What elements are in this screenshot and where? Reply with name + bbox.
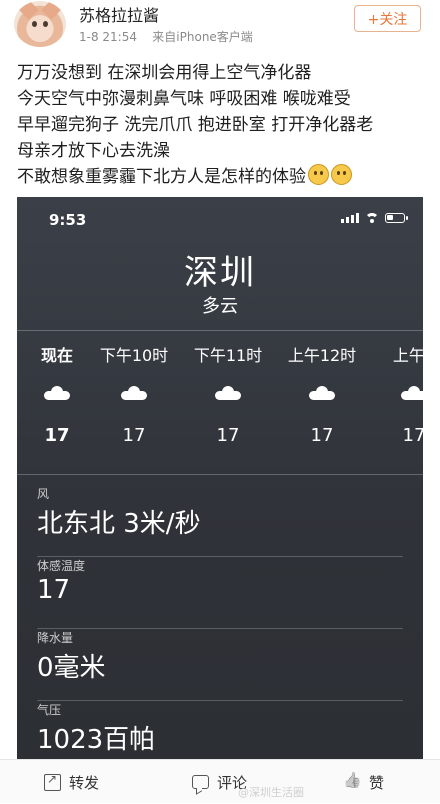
wifi-icon <box>365 213 379 223</box>
hour-temp: 17 <box>216 425 240 446</box>
post-line: 不敢想象重雾霾下北方人是怎样的体验 <box>17 167 306 187</box>
cloud-icon <box>215 386 241 400</box>
hour-item: 下午11时 17 <box>183 342 273 446</box>
sad-emoji-icon <box>308 164 329 185</box>
cloud-icon <box>401 386 423 400</box>
avatar[interactable] <box>14 1 66 47</box>
post-line: 万万没想到 在深圳会用得上空气净化器 <box>17 63 312 83</box>
post-line: 今天空气中弥漫刺鼻气味 呼吸困难 喉咙难受 <box>17 89 351 109</box>
post-source: 来自iPhone客户端 <box>152 30 253 44</box>
hour-item: 上午1 17 <box>369 342 423 446</box>
post-body: 万万没想到 在深圳会用得上空气净化器 今天空气中弥漫刺鼻气味 呼吸困难 喉咙难受… <box>17 60 427 190</box>
sad-emoji-icon <box>331 164 352 185</box>
post-line-with-emoji: 不敢想象重雾霾下北方人是怎样的体验 <box>17 164 427 190</box>
like-label: 赞 <box>369 773 385 792</box>
like-button[interactable]: 赞 <box>344 760 384 804</box>
hour-label: 下午10时 <box>99 346 169 365</box>
status-time: 9:53 <box>49 211 87 229</box>
comment-icon <box>192 775 209 789</box>
detail-key: 风 <box>37 487 50 501</box>
cloud-icon <box>121 386 147 400</box>
hour-label: 上午12时 <box>287 346 357 365</box>
divider <box>17 330 423 331</box>
post-line: 早早遛完狗子 洗完爪爪 抱进卧室 打开净化器老 <box>17 115 374 135</box>
post-line: 母亲才放下心去洗澡 <box>17 141 170 161</box>
repost-label: 转发 <box>69 773 100 792</box>
repost-button[interactable]: 转发 <box>44 760 99 804</box>
detail-precipitation: 降水量 0毫米 <box>37 629 403 701</box>
detail-value: 北东北 3米/秒 <box>37 509 201 539</box>
hour-temp: 17 <box>310 425 334 446</box>
post-time: 1-8 21:54 <box>79 30 137 44</box>
watermark: @深圳生活圈 <box>238 786 304 799</box>
post-meta: 1-8 21:54 来自iPhone客户端 <box>79 28 253 45</box>
hour-item: 下午10时 17 <box>89 342 179 446</box>
city-name: 深圳 <box>184 253 256 293</box>
hour-temp: 17 <box>402 425 423 446</box>
signal-icon <box>341 213 359 223</box>
divider <box>17 474 423 475</box>
hour-temp: 17 <box>122 425 146 446</box>
status-icons <box>341 213 408 223</box>
detail-key: 降水量 <box>37 631 74 645</box>
action-bar: 转发 评论 赞 <box>0 759 440 803</box>
hour-label: 下午11时 <box>193 346 263 365</box>
repost-icon <box>44 772 61 791</box>
weather-condition: 多云 <box>202 296 238 317</box>
weather-screenshot-image[interactable]: 9:53 深圳 多云 现在 17 下午10时 17 下午11时 17 上午12时… <box>17 197 423 759</box>
detail-value: 1023百帕 <box>37 725 156 755</box>
detail-feels-like: 体感温度 17 <box>37 557 403 629</box>
hourly-forecast[interactable]: 现在 17 下午10时 17 下午11时 17 上午12时 17 上午1 17 <box>17 342 423 462</box>
hour-item: 上午12时 17 <box>277 342 367 446</box>
battery-icon <box>385 213 408 223</box>
username[interactable]: 苏格拉拉酱 <box>79 2 159 26</box>
follow-button[interactable]: +关注 <box>354 5 421 32</box>
weather-details: 风 北东北 3米/秒 体感温度 17 降水量 0毫米 气压 1023百帕 能见度 <box>37 485 403 759</box>
detail-pressure: 气压 1023百帕 <box>37 701 403 759</box>
cloud-icon <box>44 386 70 400</box>
thumbs-up-icon <box>344 774 361 791</box>
detail-value: 17 <box>37 575 71 605</box>
hour-label: 上午1 <box>392 346 423 365</box>
detail-key: 气压 <box>37 703 62 717</box>
detail-key: 体感温度 <box>37 559 86 573</box>
detail-value: 0毫米 <box>37 653 106 683</box>
cloud-icon <box>309 386 335 400</box>
detail-wind: 风 北东北 3米/秒 <box>37 485 403 557</box>
